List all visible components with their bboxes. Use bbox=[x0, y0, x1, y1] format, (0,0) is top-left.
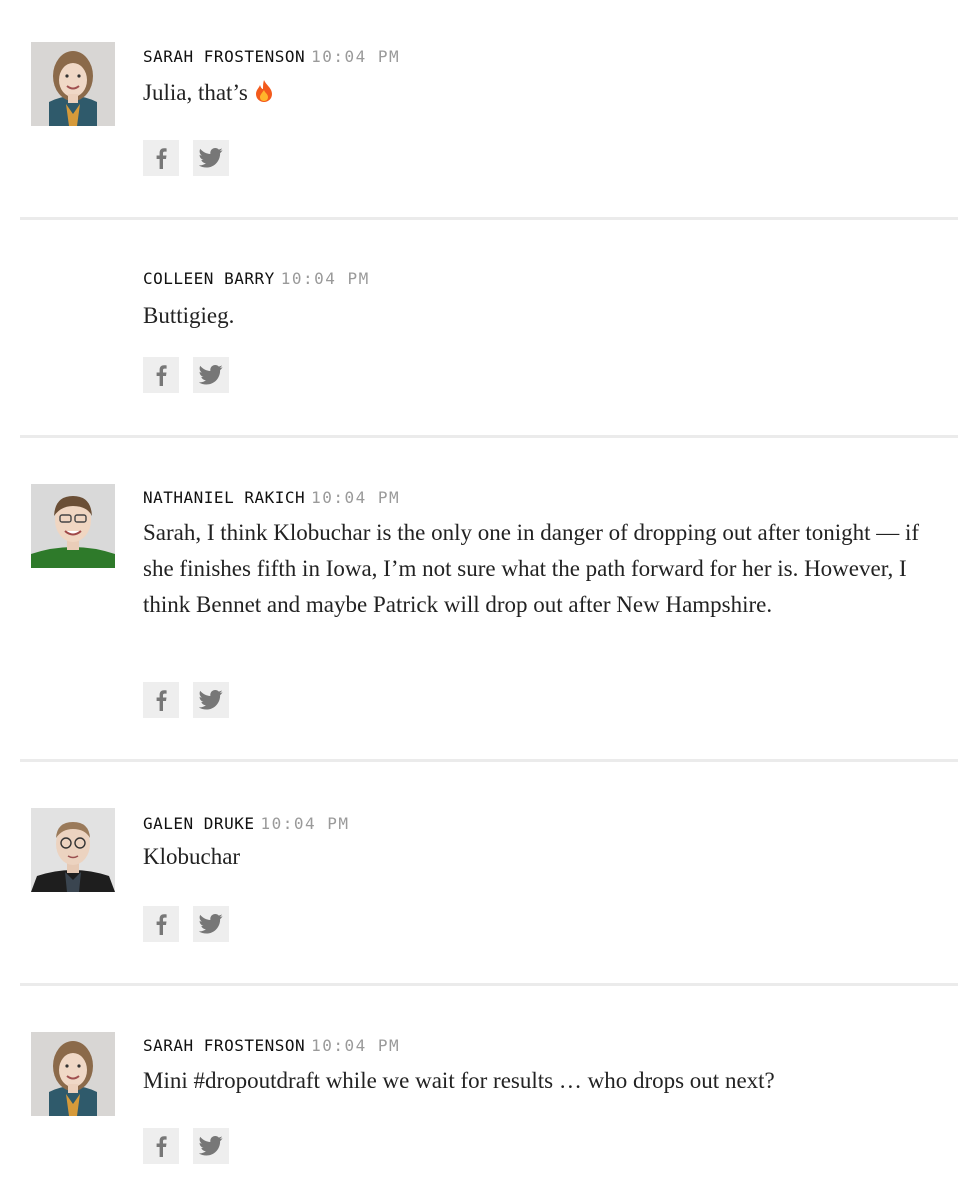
author-name: NATHANIEL RAKICH bbox=[143, 488, 306, 507]
nathaniel-rakich-photo bbox=[31, 484, 115, 568]
avatar bbox=[31, 484, 115, 568]
twitter-share-button[interactable] bbox=[193, 682, 229, 718]
galen-druke-photo bbox=[31, 808, 115, 892]
twitter-share-button[interactable] bbox=[193, 140, 229, 176]
timestamp: 10:04 PM bbox=[311, 488, 401, 507]
share-buttons bbox=[143, 1128, 229, 1164]
sarah-frostenson-photo bbox=[31, 42, 115, 126]
facebook-share-button[interactable] bbox=[143, 1128, 179, 1164]
twitter-icon bbox=[199, 914, 223, 934]
facebook-share-button[interactable] bbox=[143, 140, 179, 176]
facebook-share-button[interactable] bbox=[143, 906, 179, 942]
avatar bbox=[31, 808, 115, 892]
timestamp: 10:04 PM bbox=[311, 47, 401, 66]
twitter-share-button[interactable] bbox=[193, 1128, 229, 1164]
entry-text: Sarah, I think Klobuchar is the only one… bbox=[143, 520, 920, 617]
entry-text: Mini #dropoutdraft while we wait for res… bbox=[143, 1068, 775, 1093]
share-buttons bbox=[143, 682, 229, 718]
sarah-frostenson-photo bbox=[31, 1032, 115, 1116]
facebook-icon bbox=[156, 365, 167, 386]
entry-text: Klobuchar bbox=[143, 844, 241, 869]
feed-entry: COLLEEN BARRY 10:04 PM Buttigieg. bbox=[20, 220, 958, 438]
twitter-icon bbox=[199, 690, 223, 710]
facebook-share-button[interactable] bbox=[143, 357, 179, 393]
feed-entry: SARAH FROSTENSON 10:04 PM Mini #dropoutdr… bbox=[20, 986, 958, 1200]
author-name: GALEN DRUKE bbox=[143, 814, 255, 833]
twitter-icon bbox=[199, 148, 223, 168]
timestamp: 10:04 PM bbox=[311, 1036, 401, 1055]
share-buttons bbox=[143, 140, 229, 176]
timestamp: 10:04 PM bbox=[280, 269, 370, 288]
live-blog-feed: SARAH FROSTENSON 10:04 PM Julia, that’s C… bbox=[20, 0, 958, 1200]
facebook-icon bbox=[156, 148, 167, 169]
entry-text: Julia, that’s bbox=[143, 80, 248, 105]
twitter-icon bbox=[199, 1136, 223, 1156]
feed-entry: NATHANIEL RAKICH 10:04 PM Sarah, I think … bbox=[20, 438, 958, 762]
feed-entry: GALEN DRUKE 10:04 PM Klobuchar bbox=[20, 762, 958, 986]
share-buttons bbox=[143, 357, 229, 393]
timestamp: 10:04 PM bbox=[260, 814, 350, 833]
facebook-icon bbox=[156, 690, 167, 711]
facebook-share-button[interactable] bbox=[143, 682, 179, 718]
author-name: SARAH FROSTENSON bbox=[143, 1036, 306, 1055]
author-name: SARAH FROSTENSON bbox=[143, 47, 306, 66]
fire-emoji-icon bbox=[254, 78, 274, 114]
author-name: COLLEEN BARRY bbox=[143, 269, 275, 288]
entry-text: Buttigieg. bbox=[143, 303, 235, 328]
share-buttons bbox=[143, 906, 229, 942]
facebook-icon bbox=[156, 1136, 167, 1157]
twitter-icon bbox=[199, 365, 223, 385]
feed-entry: SARAH FROSTENSON 10:04 PM Julia, that’s bbox=[20, 0, 958, 220]
avatar bbox=[31, 1032, 115, 1116]
avatar bbox=[31, 42, 115, 126]
facebook-icon bbox=[156, 914, 167, 935]
twitter-share-button[interactable] bbox=[193, 357, 229, 393]
twitter-share-button[interactable] bbox=[193, 906, 229, 942]
